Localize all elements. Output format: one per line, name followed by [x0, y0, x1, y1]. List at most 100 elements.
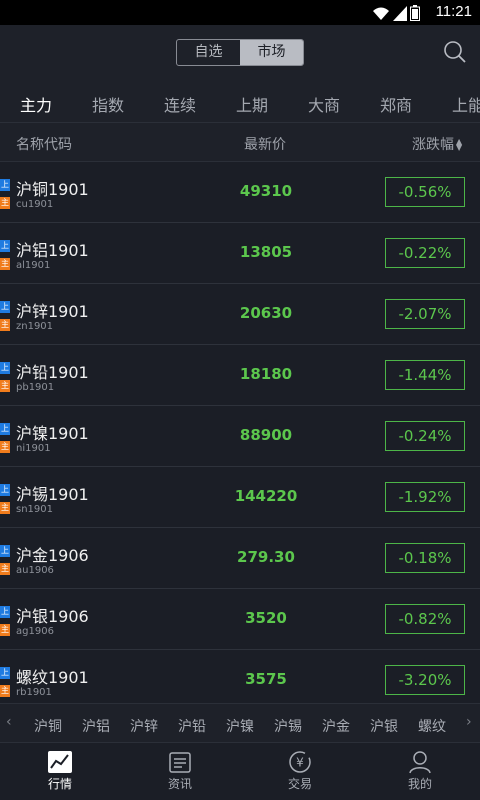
bottom-nav: 行情 资讯 ¥ 交易 我的 — [0, 743, 480, 800]
user-icon — [409, 751, 431, 774]
table-row[interactable]: 上 主 沪铅1901 pb1901 18180 -1.44% — [0, 345, 480, 406]
chevron-right-icon[interactable]: › — [466, 714, 472, 730]
contract-code: ag1906 — [16, 626, 54, 637]
exchange-badge: 上 — [0, 606, 10, 618]
contract-code: zn1901 — [16, 321, 54, 332]
yen-coin-icon: ¥ — [289, 751, 311, 773]
column-header: 名称代码 最新价 涨跌幅 ▲ ▼ — [0, 123, 480, 162]
tab-index[interactable]: 指数 — [92, 92, 124, 116]
segment-market[interactable]: 市场 — [240, 40, 303, 65]
nav-trade[interactable]: ¥ 交易 — [240, 743, 360, 800]
main-badge: 主 — [0, 563, 10, 575]
status-time: 11:21 — [435, 3, 472, 20]
contract-code: pb1901 — [16, 382, 55, 393]
tab-continuous[interactable]: 连续 — [164, 92, 196, 116]
signal-icon — [393, 6, 407, 21]
change-percent: -3.20% — [385, 665, 465, 695]
column-price: 最新价 — [244, 137, 286, 153]
exchange-badge: 上 — [0, 545, 10, 557]
contract-name: 沪锌1901 — [16, 302, 89, 321]
contract-name: 沪铅1901 — [16, 363, 89, 382]
contract-code: al1901 — [16, 260, 51, 271]
contract-name: 沪镍1901 — [16, 424, 89, 443]
sort-icon: ▲ ▼ — [456, 137, 463, 152]
quick-item[interactable]: 沪铝 — [82, 716, 110, 736]
last-price: 279.30 — [237, 548, 295, 566]
nav-quotes[interactable]: 行情 — [0, 743, 120, 800]
last-price: 88900 — [239, 426, 293, 444]
table-row[interactable]: 上 主 沪铝1901 al1901 13805 -0.22% — [0, 223, 480, 284]
search-icon[interactable] — [443, 40, 467, 64]
column-change[interactable]: 涨跌幅 ▲ ▼ — [412, 134, 462, 154]
quick-item[interactable]: 沪铅 — [178, 716, 206, 736]
quick-item[interactable]: 沪镍 — [226, 716, 254, 736]
quick-item[interactable]: 沪银 — [370, 716, 398, 736]
change-percent: -0.56% — [385, 177, 465, 207]
tab-shfe[interactable]: 上期 — [236, 92, 268, 116]
main-badge: 主 — [0, 380, 10, 392]
contract-name: 沪铜1901 — [16, 180, 89, 199]
main-badge: 主 — [0, 502, 10, 514]
svg-text:¥: ¥ — [296, 756, 304, 770]
main-badge: 主 — [0, 624, 10, 636]
quote-list: 上 主 沪铜1901 cu1901 49310 -0.56% 上 主 沪铝190… — [0, 162, 480, 703]
quick-item[interactable]: 沪铜 — [34, 716, 62, 736]
table-row[interactable]: 上 主 沪锡1901 sn1901 144220 -1.92% — [0, 467, 480, 528]
tab-main[interactable]: 主力 — [20, 92, 52, 116]
contract-name: 沪锡1901 — [16, 485, 89, 504]
tab-czce[interactable]: 郑商 — [380, 92, 412, 116]
main-badge: 主 — [0, 197, 10, 209]
column-change-label: 涨跌幅 — [412, 137, 454, 153]
top-bar: 自选 市场 — [0, 25, 480, 80]
table-row[interactable]: 上 主 沪镍1901 ni1901 88900 -0.24% — [0, 406, 480, 467]
last-price: 13805 — [239, 243, 293, 261]
chevron-left-icon[interactable]: ‹ — [6, 714, 12, 730]
status-icons — [372, 4, 420, 21]
wifi-icon — [373, 7, 389, 20]
contract-name: 沪铝1901 — [16, 241, 89, 260]
main-badge: 主 — [0, 258, 10, 270]
tab-dce[interactable]: 大商 — [308, 92, 340, 116]
change-percent: -0.24% — [385, 421, 465, 451]
column-name: 名称代码 — [16, 137, 72, 153]
tab-ine[interactable]: 上能 — [452, 92, 480, 116]
table-row[interactable]: 上 主 沪铜1901 cu1901 49310 -0.56% — [0, 162, 480, 223]
exchange-badge: 上 — [0, 362, 10, 374]
last-price: 3520 — [245, 609, 287, 627]
change-percent: -1.92% — [385, 482, 465, 512]
table-row[interactable]: 上 主 螺纹1901 rb1901 3575 -3.20% — [0, 650, 480, 703]
status-bar: 11:21 — [0, 0, 480, 25]
contract-code: cu1901 — [16, 199, 54, 210]
nav-news[interactable]: 资讯 — [120, 743, 240, 800]
nav-quotes-label: 行情 — [47, 777, 72, 791]
change-percent: -0.82% — [385, 604, 465, 634]
change-percent: -0.18% — [385, 543, 465, 573]
chart-icon — [48, 751, 72, 773]
main-badge: 主 — [0, 441, 10, 453]
quick-item[interactable]: 沪锌 — [130, 716, 158, 736]
segment-control: 自选 市场 — [176, 39, 304, 66]
quick-item[interactable]: 沪金 — [322, 716, 350, 736]
nav-trade-label: 交易 — [287, 777, 312, 791]
quick-item[interactable]: 沪锡 — [274, 716, 302, 736]
last-price: 144220 — [234, 487, 298, 505]
table-row[interactable]: 上 主 沪银1906 ag1906 3520 -0.82% — [0, 589, 480, 650]
table-row[interactable]: 上 主 沪金1906 au1906 279.30 -0.18% — [0, 528, 480, 589]
nav-profile[interactable]: 我的 — [360, 743, 480, 800]
segment-watchlist[interactable]: 自选 — [177, 40, 240, 65]
exchange-badge: 上 — [0, 179, 10, 191]
contract-code: rb1901 — [16, 687, 52, 698]
last-price: 18180 — [239, 365, 293, 383]
contract-code: au1906 — [16, 565, 54, 576]
exchange-badge: 上 — [0, 667, 10, 679]
contract-name: 螺纹1901 — [16, 668, 89, 687]
table-row[interactable]: 上 主 沪锌1901 zn1901 20630 -2.07% — [0, 284, 480, 345]
main-badge: 主 — [0, 319, 10, 331]
exchange-badge: 上 — [0, 423, 10, 435]
last-price: 49310 — [239, 182, 293, 200]
change-percent: -2.07% — [385, 299, 465, 329]
quick-item[interactable]: 螺纹 — [418, 716, 446, 736]
nav-news-label: 资讯 — [167, 777, 192, 791]
battery-icon — [410, 5, 420, 21]
contract-code: sn1901 — [16, 504, 53, 515]
